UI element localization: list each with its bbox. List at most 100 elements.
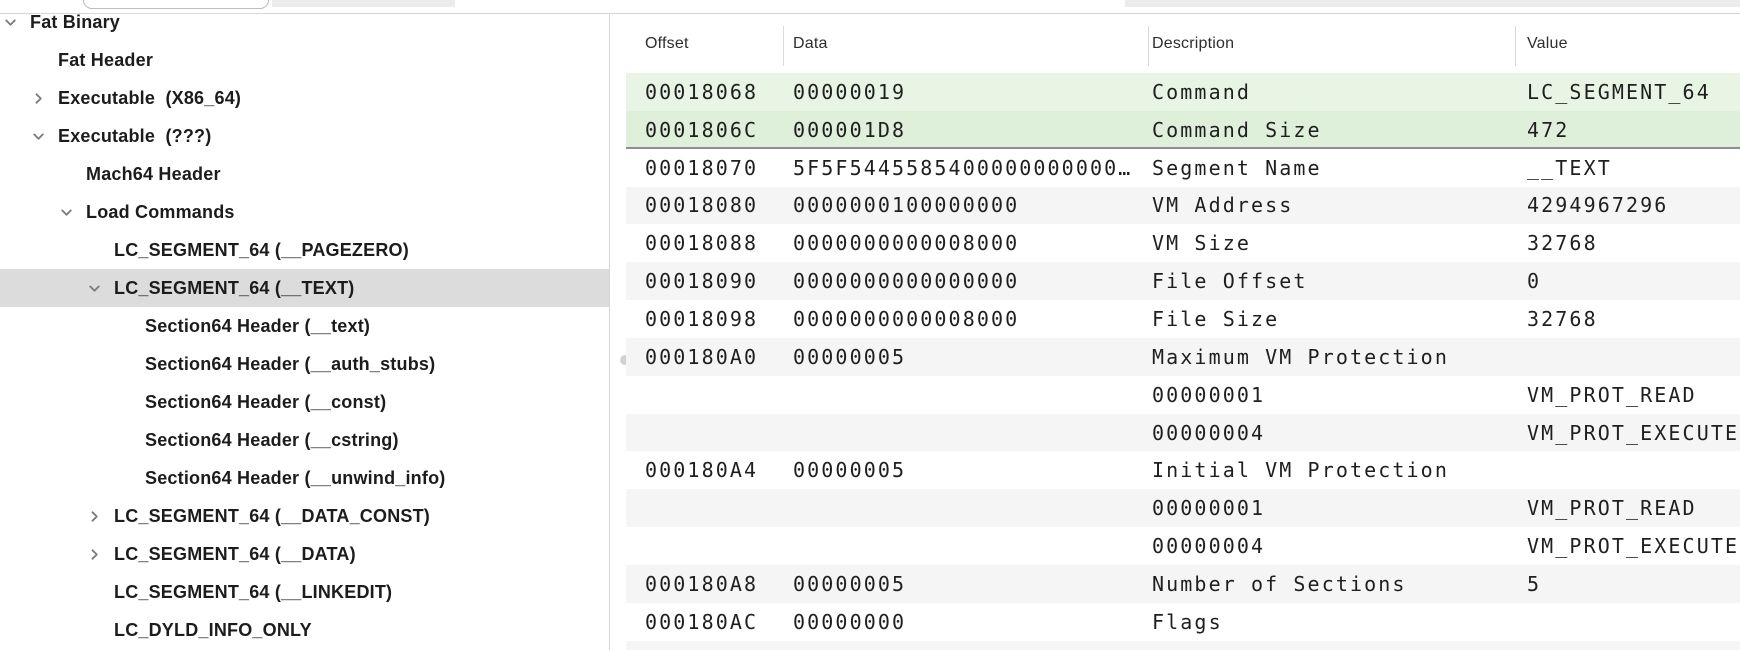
value-cell: 32768 <box>1527 300 1598 338</box>
data-cell: 0000000000008000 <box>793 224 1019 262</box>
data-cell: 00000000 <box>793 603 906 641</box>
toolbar-strip-left <box>272 0 455 7</box>
toolbar-bottom-edge <box>0 0 1740 14</box>
value-cell: 472 <box>1527 111 1569 149</box>
tree-item[interactable]: Executable (X86_64) <box>0 79 609 117</box>
column-header-data: Data <box>793 14 828 73</box>
tree-item-label: LC_SEGMENT_64 (__DATA_CONST) <box>114 506 430 527</box>
column-resize-handle[interactable] <box>1515 26 1516 66</box>
chevron-right-icon[interactable] <box>87 547 114 562</box>
table-row[interactable]: 0001806800000019CommandLC_SEGMENT_64 <box>626 73 1740 111</box>
description-cell: Flags <box>1152 603 1223 641</box>
tree-item[interactable]: Executable (???) <box>0 117 609 155</box>
column-header-description: Description <box>1152 14 1234 73</box>
data-cell: 00000005 <box>793 565 906 603</box>
toolbar-segmented-control-fragment[interactable] <box>83 0 269 9</box>
tree-item[interactable]: LC_SEGMENT_64 (__PAGEZERO) <box>0 231 609 269</box>
value-cell: 5 <box>1527 565 1541 603</box>
column-resize-handle[interactable] <box>1148 26 1149 66</box>
value-cell: __TEXT <box>1527 149 1612 187</box>
description-cell: File Size <box>1152 300 1279 338</box>
table-subrow[interactable]: 00000001 VM_PROT_READ <box>626 489 1740 527</box>
table-row[interactable]: 000180A400000005Initial VM Protection <box>626 451 1740 489</box>
description-cell: VM Address <box>1152 187 1293 225</box>
offset-cell: 00018068 <box>645 73 758 111</box>
table-header: Offset Data Description Value <box>626 14 1740 73</box>
tree-item-label: LC_SEGMENT_64 (__DATA) <box>114 544 356 565</box>
tree-item[interactable]: LC_DYLD_INFO_ONLY <box>0 611 609 649</box>
data-cell: 0000000000008000 <box>793 300 1019 338</box>
chevron-down-icon[interactable] <box>3 15 30 30</box>
description-cell: 00000004 <box>1152 414 1265 452</box>
tree-item[interactable]: Section64 Header (__text) <box>0 307 609 345</box>
offset-cell: 00018080 <box>645 187 758 225</box>
table-row[interactable]: 000180900000000000000000File Offset0 <box>626 262 1740 300</box>
tree-item[interactable]: LC_SEGMENT_64 (__LINKEDIT) <box>0 573 609 611</box>
tree-item-label: Executable (X86_64) <box>58 88 241 109</box>
table-row[interactable]: 000180A000000005Maximum VM Protection <box>626 338 1740 376</box>
tree-item[interactable]: Fat Binary <box>0 14 609 41</box>
value-cell: VM_PROT_EXECUTE <box>1527 527 1739 565</box>
value-cell: VM_PROT_READ <box>1527 489 1697 527</box>
tree-item[interactable]: Section64 Header (__auth_stubs) <box>0 345 609 383</box>
table-row[interactable]: 0001806C000001D8Command Size472 <box>626 111 1740 149</box>
tree-item[interactable]: Fat Header <box>0 41 609 79</box>
description-cell: 00000001 <box>1152 376 1265 414</box>
detail-table-pane: Offset Data Description Value 0001806800… <box>626 14 1740 650</box>
tree-item-label: Load Commands <box>86 202 235 223</box>
tree-item-label: Section64 Header (__const) <box>145 392 386 413</box>
pane-splitter[interactable] <box>609 14 610 650</box>
tree-item-label: Section64 Header (__unwind_info) <box>145 468 445 489</box>
tree-item[interactable]: LC_SEGMENT_64 (__DATA_CONST) <box>0 497 609 535</box>
tree-item[interactable]: Section64 Header (__unwind_info) <box>0 459 609 497</box>
column-resize-handle[interactable] <box>783 26 784 66</box>
value-cell: 4294967296 <box>1527 187 1668 225</box>
chevron-right-icon[interactable] <box>31 91 58 106</box>
chevron-down-icon[interactable] <box>87 281 114 296</box>
value-cell: LC_SEGMENT_64 <box>1527 73 1711 111</box>
table-subrow[interactable]: 00000004 VM_PROT_EXECUTE <box>626 414 1740 452</box>
data-cell: 000001D8 <box>793 111 906 149</box>
table-subrow[interactable]: 00000004 VM_PROT_EXECUTE <box>626 527 1740 565</box>
table-row[interactable] <box>626 641 1740 650</box>
tree-item-label: LC_DYLD_INFO_ONLY <box>114 620 312 641</box>
chevron-right-icon[interactable] <box>87 509 114 524</box>
offset-cell: 000180AC <box>645 603 758 641</box>
table-subrow[interactable]: 00000001 VM_PROT_READ <box>626 376 1740 414</box>
offset-cell: 00018070 <box>645 149 758 187</box>
description-cell: 00000001 <box>1152 489 1265 527</box>
tree-item[interactable]: Section64 Header (__const) <box>0 383 609 421</box>
value-cell: VM_PROT_READ <box>1527 376 1697 414</box>
tree-item-label: LC_SEGMENT_64 (__LINKEDIT) <box>114 582 392 603</box>
table-row[interactable]: 000180AC 00000000 Flags <box>626 603 1740 641</box>
tree-item[interactable]: Section64 Header (__cstring) <box>0 421 609 459</box>
tree-item-label: Fat Binary <box>30 14 120 33</box>
description-cell: 00000004 <box>1152 527 1265 565</box>
description-cell: Number of Sections <box>1152 565 1407 603</box>
column-header-value: Value <box>1527 14 1568 73</box>
chevron-down-icon[interactable] <box>59 205 86 220</box>
tree-item[interactable]: Load Commands <box>0 193 609 231</box>
table-row[interactable]: 000180880000000000008000VM Size32768 <box>626 224 1740 262</box>
binary-structure-viewer-window: Fat Binary Fat Header Executable (X86_64) E… <box>0 0 1740 650</box>
table-row[interactable]: 000180A8 00000005 Number of Sections 5 <box>626 565 1740 603</box>
data-cell: 5F5F5445585400000000000… <box>793 149 1132 187</box>
chevron-down-icon[interactable] <box>31 129 58 144</box>
tree-item-label: Mach64 Header <box>86 164 221 185</box>
tree-item[interactable]: LC_SEGMENT_64 (__TEXT) <box>0 269 609 307</box>
structure-tree-pane: Fat Binary Fat Header Executable (X86_64) E… <box>0 14 609 650</box>
offset-cell: 000180A8 <box>645 565 758 603</box>
description-cell: Command <box>1152 73 1251 111</box>
value-cell: VM_PROT_EXECUTE <box>1527 414 1739 452</box>
tree-item[interactable]: LC_SEGMENT_64 (__DATA) <box>0 535 609 573</box>
offset-cell: 000180A0 <box>645 338 758 376</box>
tree-item[interactable]: Mach64 Header <box>0 155 609 193</box>
tree-item-label: Executable (???) <box>58 126 211 147</box>
table-row[interactable]: 000180800000000100000000VM Address429496… <box>626 187 1740 225</box>
table-row[interactable]: 000180980000000000008000File Size32768 <box>626 300 1740 338</box>
offset-cell: 0001806C <box>645 111 758 149</box>
table-row[interactable]: 00018070 5F5F5445585400000000000… Segment … <box>626 149 1740 187</box>
value-cell: 0 <box>1527 262 1541 300</box>
description-cell: Segment Name <box>1152 149 1322 187</box>
offset-cell: 000180A4 <box>645 451 758 489</box>
